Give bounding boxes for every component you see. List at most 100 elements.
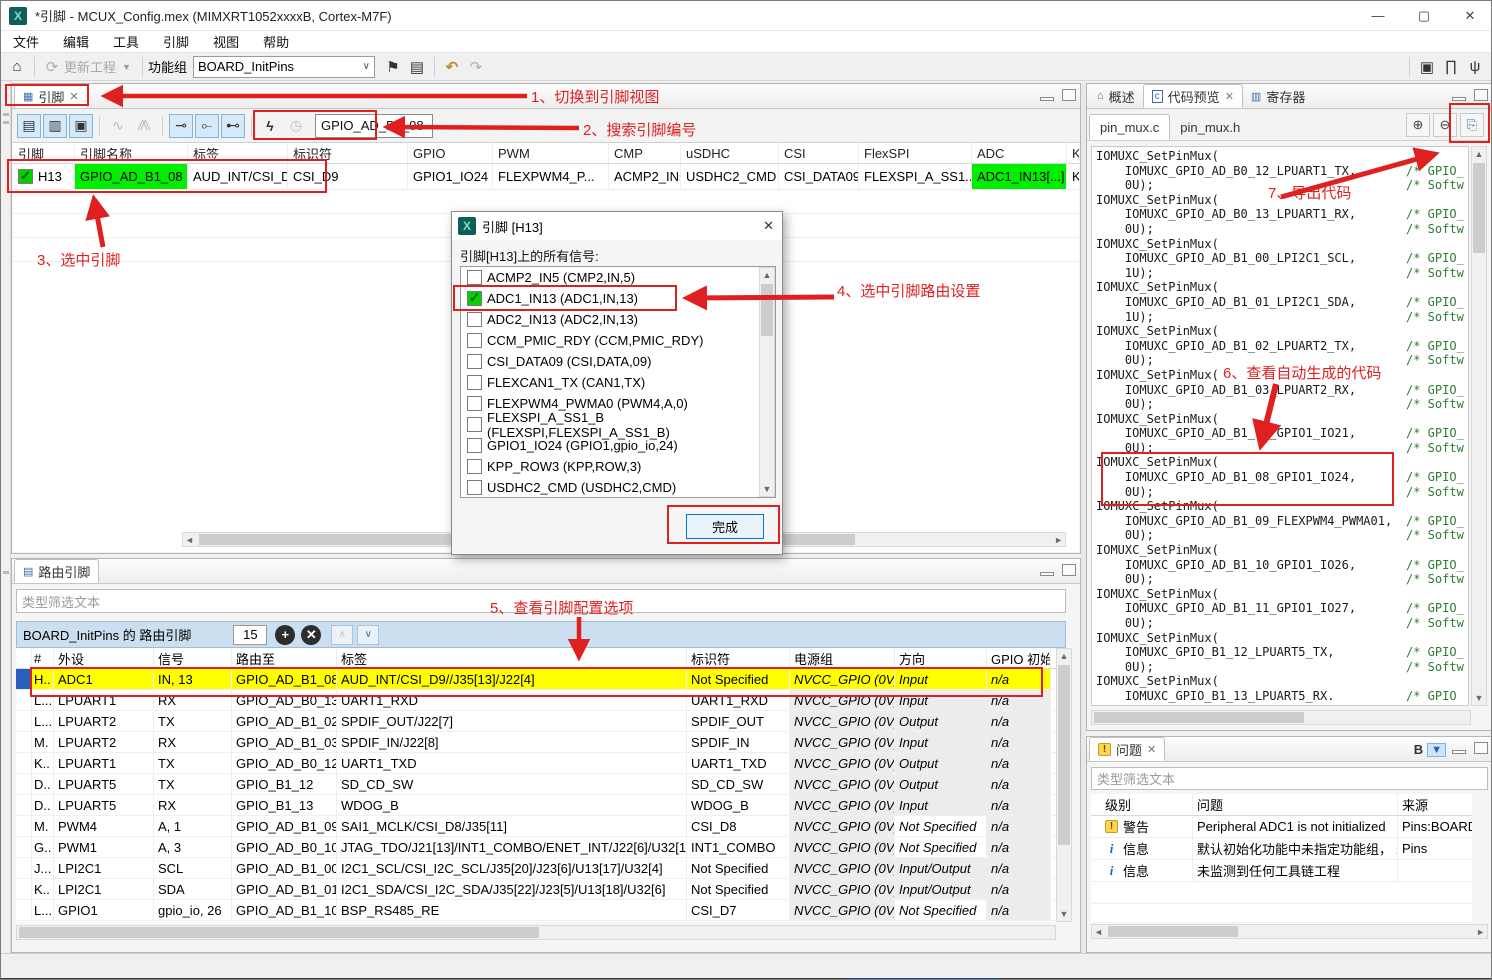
column-header[interactable]: 外设 — [54, 648, 154, 668]
menu-item[interactable]: 文件 — [1, 32, 51, 51]
update-project-dropdown-icon[interactable]: ▼ — [116, 62, 137, 72]
column-header[interactable]: K — [1067, 143, 1079, 163]
table-row[interactable]: K.. LPI2C1 SDA GPIO_AD_B1_01 I2C1_SDA/CS… — [16, 879, 1056, 900]
signal-item[interactable]: CSI_DATA09 (CSI,DATA,09) — [461, 351, 775, 372]
signal-checkbox[interactable] — [467, 291, 482, 306]
minimize-view-icon[interactable] — [1452, 750, 1466, 754]
table-row[interactable]: K.. LPUART1 TX GPIO_AD_B0_12 UART1_TXD U… — [16, 753, 1056, 774]
tab-pin-mux-c[interactable]: pin_mux.c — [1089, 114, 1170, 140]
column-header[interactable]: 路由至 — [232, 648, 337, 668]
pin-name-cell[interactable]: GPIO_AD_B1_08 — [75, 164, 188, 189]
column-header[interactable]: FlexSPI — [859, 143, 972, 163]
signal-checkbox[interactable] — [467, 459, 482, 474]
pin-search-input[interactable]: GPIO_AD_B1_08 — [315, 114, 433, 138]
table-row[interactable]: J... LPI2C1 SCL GPIO_AD_B1_00 I2C1_SCL/C… — [16, 858, 1056, 879]
routed-vscrollbar[interactable]: ▲ ▼ — [1056, 648, 1072, 922]
export-code-icon[interactable]: ⎘ — [1460, 113, 1484, 137]
signal-checkbox[interactable] — [467, 270, 482, 285]
table-row[interactable]: 信息 默认初始化功能中未指定功能组， ... Pins — [1091, 838, 1472, 860]
table-row[interactable]: L... LPUART1 RX GPIO_AD_B0_13 UART1_RXD … — [16, 690, 1056, 711]
close-icon[interactable]: ✕ — [1225, 90, 1234, 103]
column-header[interactable]: 电源组 — [790, 648, 895, 668]
column-header[interactable]: 来源 — [1398, 794, 1472, 815]
table-row[interactable]: D.. LPUART5 TX GPIO_B1_12 SD_CD_SW SD_CD… — [16, 774, 1056, 795]
menu-item[interactable]: 编辑 — [51, 32, 101, 51]
route-in-icon[interactable]: ⊸ — [169, 114, 193, 138]
maximize-button[interactable]: ▢ — [1401, 1, 1447, 31]
tab-problems[interactable]: ! 问题 ✕ — [1089, 737, 1165, 761]
routed-table-header[interactable]: #外设信号路由至标签标识符电源组方向GPIO 初始 — [16, 648, 1056, 669]
column-header[interactable]: 标识符 — [687, 648, 790, 668]
routed-filter-input[interactable]: 类型筛选文本 — [16, 589, 1066, 613]
close-button[interactable]: ✕ — [1447, 1, 1492, 31]
signal-item[interactable]: KPP_ROW3 (KPP,ROW,3) — [461, 456, 775, 477]
signal-item[interactable]: FLEXSPI_A_SS1_B (FLEXSPI,FLEXSPI_A_SS1_B… — [461, 414, 775, 435]
add-pin-button[interactable]: + — [275, 625, 295, 645]
tab-pin-mux-h[interactable]: pin_mux.h — [1170, 114, 1250, 140]
column-header[interactable]: GPIO 初始 — [987, 648, 1051, 668]
column-header[interactable]: 标签 — [337, 648, 687, 668]
routed-hscrollbar[interactable] — [16, 925, 1056, 940]
pins-table-header[interactable]: 引脚引脚名称标签标识符GPIOPWMCMPuSDHCCSIFlexSPIADCK — [13, 143, 1079, 164]
pins-list-view-icon[interactable]: ▥ — [43, 114, 67, 138]
update-project-button[interactable]: 更新工程 — [64, 57, 116, 76]
table-row[interactable]: H.. ADC1 IN, 13 GPIO_AD_B1_08 AUD_INT/CS… — [16, 669, 1056, 690]
column-header[interactable]: PWM — [493, 143, 609, 163]
tab-routed-pins[interactable]: ▤ 路由引脚 — [14, 559, 99, 583]
menu-item[interactable]: 工具 — [101, 32, 151, 51]
update-project-icon[interactable]: ⟳ — [40, 56, 64, 78]
zoom-out-icon[interactable]: ⊖ — [1433, 113, 1457, 137]
tab-pins[interactable]: ▦ 引脚 ✕ — [14, 84, 88, 108]
table-row[interactable]: M. LPUART2 RX GPIO_AD_B1_03 SPDIF_IN/J22… — [16, 732, 1056, 753]
tab-code-preview[interactable]: c 代码预览 ✕ — [1143, 84, 1243, 108]
maximize-view-icon[interactable] — [1062, 89, 1076, 101]
minimize-view-icon[interactable] — [1040, 572, 1054, 576]
route-out-icon[interactable]: ⟜ — [195, 114, 219, 138]
move-up-button[interactable]: ∧ — [331, 625, 353, 645]
tab-overview[interactable]: ⌂ 概述 — [1089, 84, 1143, 108]
tab-registers[interactable]: ▥ 寄存器 — [1243, 84, 1313, 108]
column-header[interactable]: 级别 — [1101, 794, 1193, 815]
signal-checkbox[interactable] — [467, 396, 482, 411]
quick-route-icon[interactable]: ϟ — [258, 114, 282, 138]
done-button[interactable]: 完成 — [686, 514, 764, 539]
pin-adc-cell[interactable]: ADC1_IN13[...] — [972, 164, 1067, 189]
minimize-view-icon[interactable] — [1040, 97, 1054, 101]
signal-item[interactable]: CCM_PMIC_RDY (CCM,PMIC_RDY) — [461, 330, 775, 351]
problems-table-header[interactable]: 级别问题来源 — [1091, 794, 1472, 816]
minimize-button[interactable]: — — [1355, 1, 1401, 31]
remove-pin-button[interactable]: ✕ — [301, 625, 321, 645]
undo-icon[interactable]: ↶ — [440, 56, 464, 78]
column-header[interactable]: 方向 — [895, 648, 987, 668]
signal-item[interactable]: FLEXCAN1_TX (CAN1,TX) — [461, 372, 775, 393]
dialog-vscrollbar[interactable]: ▲ ▼ — [759, 267, 775, 497]
column-header[interactable]: # — [32, 648, 54, 668]
column-header[interactable]: 引脚名称 — [75, 143, 188, 163]
column-header[interactable]: 问题 — [1193, 794, 1398, 815]
table-row[interactable]: L... GPIO1 gpio_io, 26 GPIO_AD_B1_10 BSP… — [16, 900, 1056, 921]
column-header[interactable]: 信号 — [154, 648, 232, 668]
signal-checkbox[interactable] — [467, 354, 482, 369]
column-header[interactable]: uSDHC — [681, 143, 779, 163]
move-down-button[interactable]: ∨ — [357, 625, 379, 645]
signal-item[interactable]: ADC1_IN13 (ADC1,IN,13) — [461, 288, 775, 309]
pins-tool-icon[interactable]: ▣ — [1415, 56, 1439, 78]
wave-view-icon[interactable]: ∿ — [106, 114, 130, 138]
pin-checkbox[interactable] — [18, 169, 33, 184]
timer-icon[interactable]: ◷ — [284, 114, 308, 138]
redo-icon[interactable]: ↷ — [464, 56, 488, 78]
column-header[interactable]: ADC — [972, 143, 1067, 163]
dialog-close-icon[interactable]: ✕ — [763, 218, 774, 234]
table-row[interactable]: 信息 未监测到任何工具链工程 — [1091, 860, 1472, 882]
package-view-icon[interactable]: ▤ — [17, 114, 41, 138]
signal-checkbox[interactable] — [467, 375, 482, 390]
minimize-view-icon[interactable] — [1452, 97, 1466, 101]
signal-item[interactable]: ADC2_IN13 (ADC2,IN,13) — [461, 309, 775, 330]
flag-icon[interactable]: ⚑ — [381, 56, 405, 78]
menu-item[interactable]: 视图 — [201, 32, 251, 51]
signal-item[interactable]: ACMP2_IN5 (CMP2,IN,5) — [461, 267, 775, 288]
routed-count-field[interactable]: 15 — [233, 625, 267, 645]
log-icon[interactable]: ▤ — [405, 56, 429, 78]
wave2-view-icon[interactable]: ⨇ — [132, 114, 156, 138]
column-header[interactable]: 引脚 — [13, 143, 75, 163]
